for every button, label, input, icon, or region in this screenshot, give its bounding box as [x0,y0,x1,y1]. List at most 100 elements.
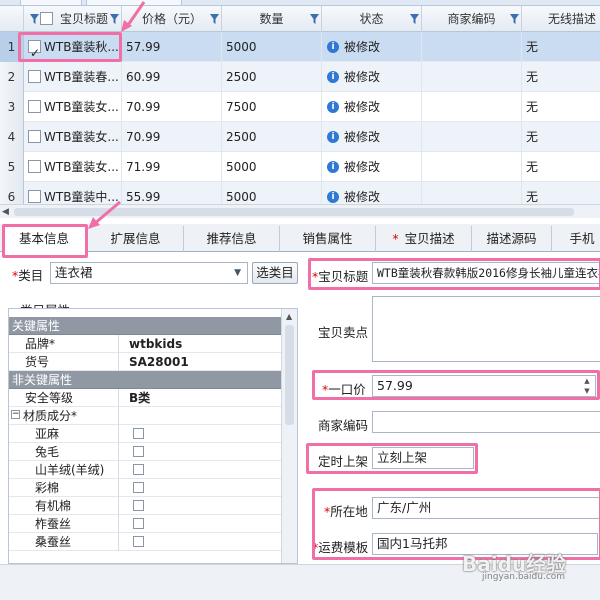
filter-icon[interactable] [210,14,219,24]
prop-row-material[interactable]: 材质成分* − [9,407,281,425]
cell-code[interactable] [422,122,522,152]
category-select[interactable]: 连衣裙 ▼ [50,262,248,284]
select-all-checkbox[interactable] [40,12,53,25]
cell-qty[interactable]: 5000 [222,152,322,182]
material-row[interactable]: 桑蚕丝 [9,533,281,551]
scroll-up-icon[interactable]: ▲ [286,312,292,321]
price-stepper[interactable]: ▲ ▼ [581,376,593,396]
props-vertical-scrollbar[interactable]: ▲ [281,309,297,563]
cell-code[interactable] [422,62,522,92]
material-checkbox[interactable] [133,464,144,475]
row-checkbox[interactable] [28,130,41,143]
cell-wireless[interactable]: 无 [522,32,600,62]
cell-price[interactable]: 70.99 [122,122,222,152]
cell-code[interactable] [422,92,522,122]
tab-basic-info[interactable]: 基本信息 [2,225,86,253]
tab-extended-info[interactable]: 扩展信息 [88,226,184,252]
cell-price[interactable]: 71.99 [122,152,222,182]
row-checkbox[interactable] [28,70,41,83]
filter-icon[interactable] [410,14,419,24]
cell-code[interactable] [422,152,522,182]
material-row[interactable]: 亚麻 [9,425,281,443]
material-checkbox[interactable] [133,536,144,547]
cell-wireless[interactable]: 无 [522,92,600,122]
cell-price[interactable]: 57.99 [122,32,222,62]
select-category-button[interactable]: 选类目 [252,262,298,284]
cell-qty[interactable]: 7500 [222,92,322,122]
cell-wireless[interactable]: 无 [522,122,600,152]
tab-description-source[interactable]: 描述源码 [472,226,552,252]
scroll-left-icon[interactable]: ◀ [2,207,9,217]
cell-status[interactable]: i 被修改 [322,92,422,122]
filter-icon[interactable] [310,14,319,24]
grid-horizontal-scrollbar[interactable]: ◀ [0,204,600,218]
cell-qty[interactable]: 5000 [222,32,322,62]
chevron-down-icon[interactable]: ▼ [234,263,241,283]
table-row[interactable]: 1 WTB童装秋...57.995000 i 被修改 无 [0,32,600,62]
table-row[interactable]: 3 WTB童装女... 70.99 7500 i 被修改 无 [0,92,600,122]
row-checkbox[interactable] [28,190,41,203]
material-row[interactable]: 彩棉 [9,479,281,497]
filter-icon[interactable] [110,14,119,24]
material-row[interactable]: 山羊绒(羊绒) [9,461,281,479]
scroll-thumb[interactable] [14,208,574,216]
tab-item-description[interactable]: * 宝贝描述 [376,226,472,252]
collapse-icon[interactable]: − [11,410,20,419]
cell-code[interactable] [422,32,522,62]
material-checkbox[interactable] [133,518,144,529]
cell-title[interactable]: WTB童装春... [24,62,122,92]
table-row[interactable]: 2 WTB童装春... 60.99 2500 i 被修改 无 [0,62,600,92]
selling-point-textarea[interactable] [372,296,600,362]
prop-row-brand[interactable]: 品牌* wtbkids [9,335,281,353]
filter-icon[interactable] [30,14,39,24]
cell-status[interactable]: i 被修改 [322,152,422,182]
cell-title[interactable]: WTB童装女... [24,152,122,182]
cell-wireless[interactable]: 无 [522,62,600,92]
tab-sales-attributes[interactable]: 销售属性 [280,226,376,252]
row-checkbox[interactable] [28,160,41,173]
filter-icon[interactable] [510,14,519,24]
cell-status[interactable]: i 被修改 [322,32,422,62]
column-header-title[interactable]: 宝贝标题 [24,6,122,32]
material-checkbox[interactable] [133,428,144,439]
tab-mobile[interactable]: 手机 [552,226,600,252]
row-checkbox[interactable] [28,38,41,62]
merchant-code-input[interactable] [372,411,600,433]
cell-title[interactable]: WTB童装女... [24,122,122,152]
prop-value[interactable]: wtbkids [121,335,182,353]
material-checkbox[interactable] [133,446,144,457]
column-header-qty[interactable]: 数量 [222,6,322,32]
row-checkbox[interactable] [28,100,41,113]
cell-price[interactable]: 60.99 [122,62,222,92]
cell-status[interactable]: i 被修改 [322,122,422,152]
cell-title[interactable]: WTB童装秋... [24,32,122,62]
cell-title[interactable]: WTB童装女... [24,92,122,122]
prop-row-item-no[interactable]: 货号 SA28001 [9,353,281,371]
location-select[interactable]: 广东/广州 [372,497,600,519]
material-checkbox[interactable] [133,500,144,511]
table-row[interactable]: 5 WTB童装女... 71.99 5000 i 被修改 无 [0,152,600,182]
tab-recommend-info[interactable]: 推荐信息 [184,226,280,252]
price-input[interactable]: 57.99 ▲ ▼ [372,375,596,397]
prop-value[interactable]: SA28001 [121,353,189,371]
cell-price[interactable]: 70.99 [122,92,222,122]
column-header-wireless[interactable]: 无线描述 [522,6,600,32]
column-header-status[interactable]: 状态 [322,6,422,32]
material-row[interactable]: 柞蚕丝 [9,515,281,533]
cell-wireless[interactable]: 无 [522,152,600,182]
prop-value[interactable]: B类 [121,389,150,407]
item-title-input[interactable]: WTB童装秋春款韩版2016修身长袖儿童连衣裙 [372,262,600,284]
prop-row-safety[interactable]: 安全等级 B类 [9,389,281,407]
schedule-select[interactable]: 立刻上架 [372,447,474,469]
cell-qty[interactable]: 2500 [222,62,322,92]
material-row[interactable]: 有机棉 [9,497,281,515]
column-qty-label: 数量 [259,12,284,26]
scroll-thumb[interactable] [285,325,294,425]
column-header-price[interactable]: 价格（元） [122,6,222,32]
cell-qty[interactable]: 2500 [222,122,322,152]
material-row[interactable]: 兔毛 [9,443,281,461]
cell-status[interactable]: i 被修改 [322,62,422,92]
column-header-code[interactable]: 商家编码 [422,6,522,32]
material-checkbox[interactable] [133,482,144,493]
table-row[interactable]: 4 WTB童装女... 70.99 2500 i 被修改 无 [0,122,600,152]
